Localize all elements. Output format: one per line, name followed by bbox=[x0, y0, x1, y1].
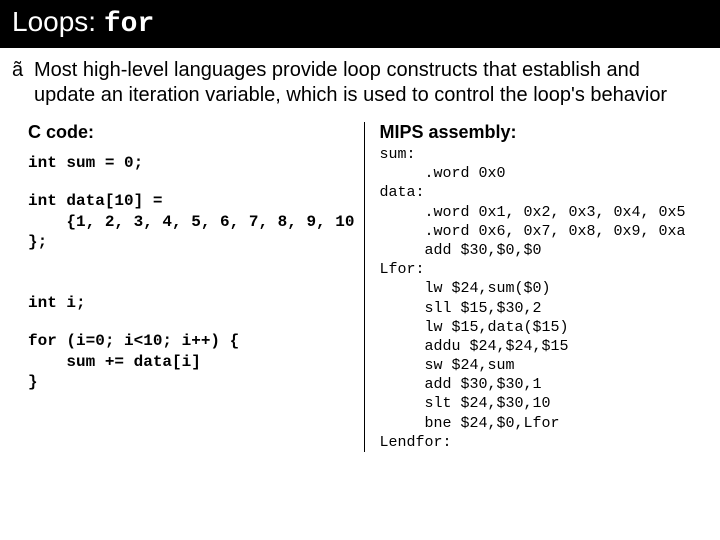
mips-heading: MIPS assembly: bbox=[379, 122, 708, 143]
asm-l9: lw $24,sum($0) bbox=[379, 279, 708, 298]
asm-l14: add $30,$30,1 bbox=[379, 375, 708, 394]
asm-l8: Lfor: bbox=[379, 260, 708, 279]
c-int-i: int i; bbox=[28, 293, 354, 313]
c-for-l2: sum += data[i] bbox=[28, 352, 354, 372]
asm-l11: lw $15,data($15) bbox=[379, 318, 708, 337]
bullet-text: Most high-level languages provide loop c… bbox=[34, 58, 702, 108]
c-for-l3: } bbox=[28, 372, 354, 392]
bullet-row: ã Most high-level languages provide loop… bbox=[0, 48, 720, 112]
c-for-l1: for (i=0; i<10; i++) { bbox=[28, 331, 354, 351]
columns: C code: int sum = 0; int data[10] = {1, … bbox=[0, 112, 720, 452]
asm-l3: data: bbox=[379, 183, 708, 202]
asm-l16: bne $24,$0,Lfor bbox=[379, 414, 708, 433]
asm-l10: sll $15,$30,2 bbox=[379, 299, 708, 318]
asm-l13: sw $24,sum bbox=[379, 356, 708, 375]
bullet-glyph: ã bbox=[12, 58, 34, 108]
title-mono: for bbox=[104, 9, 154, 40]
c-data-l2: {1, 2, 3, 4, 5, 6, 7, 8, 9, 10 bbox=[28, 212, 354, 232]
asm-l1: sum: bbox=[379, 145, 708, 164]
right-column: MIPS assembly: sum: .word 0x0 data: .wor… bbox=[364, 122, 708, 452]
c-code-heading: C code: bbox=[28, 122, 354, 143]
asm-l5: .word 0x6, 0x7, 0x8, 0x9, 0xa bbox=[379, 222, 708, 241]
asm-l7: add $30,$0,$0 bbox=[379, 241, 708, 260]
asm-l15: slt $24,$30,10 bbox=[379, 394, 708, 413]
asm-l12: addu $24,$24,$15 bbox=[379, 337, 708, 356]
left-column: C code: int sum = 0; int data[10] = {1, … bbox=[28, 122, 364, 452]
c-data-l3: }; bbox=[28, 232, 354, 252]
title-prefix: Loops: bbox=[12, 6, 104, 37]
c-line-sum: int sum = 0; bbox=[28, 153, 354, 173]
asm-l4: .word 0x1, 0x2, 0x3, 0x4, 0x5 bbox=[379, 203, 708, 222]
asm-l2: .word 0x0 bbox=[379, 164, 708, 183]
asm-l17: Lendfor: bbox=[379, 433, 708, 452]
c-data-l1: int data[10] = bbox=[28, 191, 354, 211]
slide-title: Loops: for bbox=[0, 0, 720, 48]
